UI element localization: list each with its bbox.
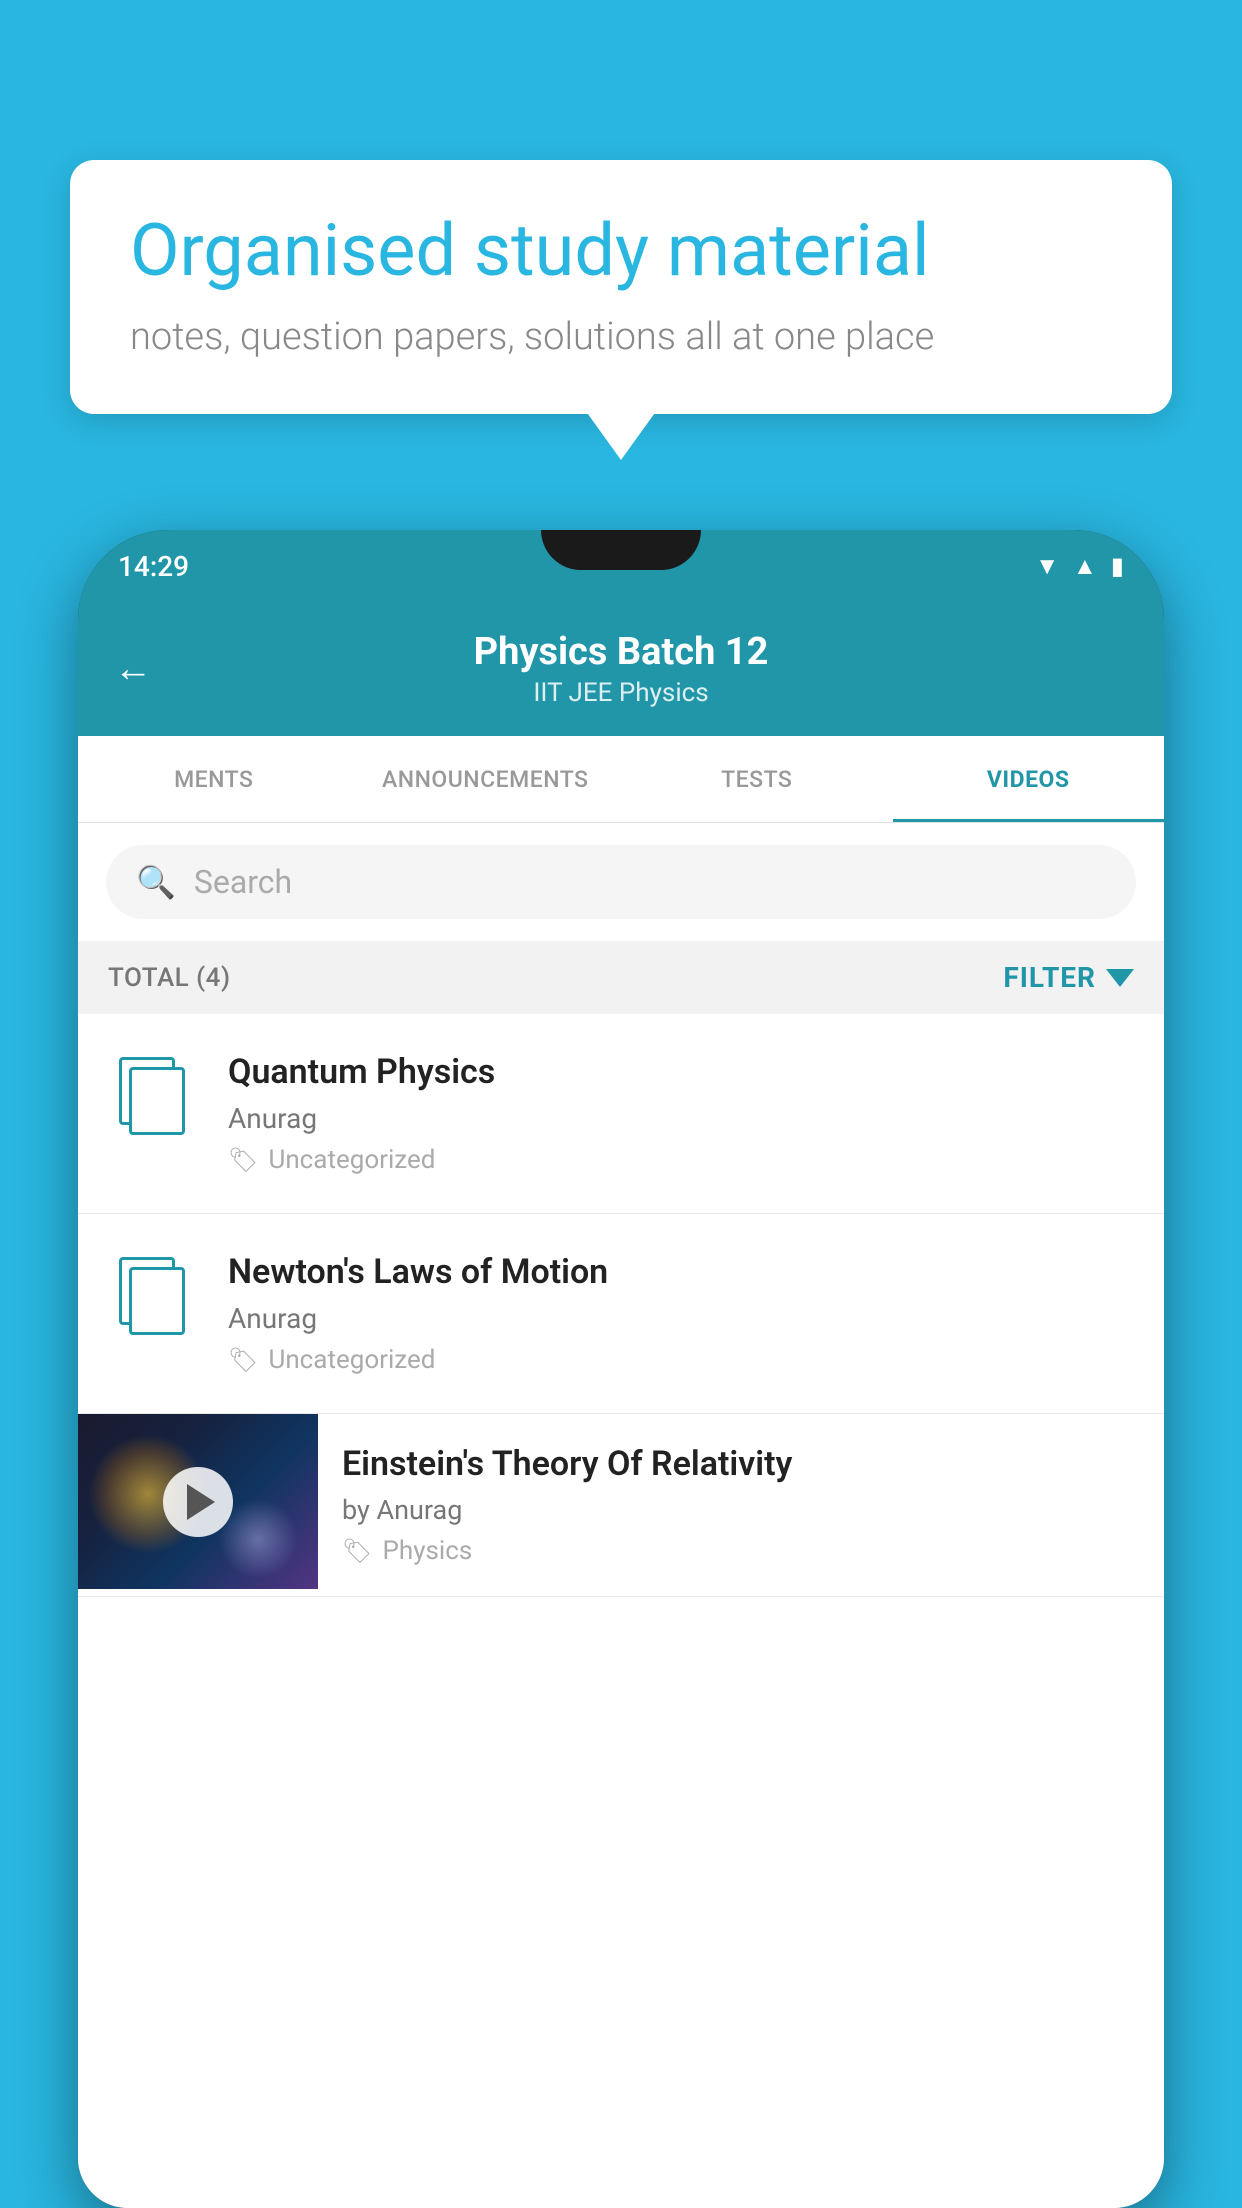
list-item[interactable]: Newton's Laws of Motion Anurag 🏷 Uncateg… [78, 1214, 1164, 1414]
speech-bubble-heading: Organised study material [130, 210, 1112, 293]
phone-content: MENTS ANNOUNCEMENTS TESTS VIDEOS 🔍 Searc… [78, 736, 1164, 2208]
filter-button[interactable]: FILTER [1003, 961, 1134, 994]
document-icon [119, 1057, 187, 1137]
search-container: 🔍 Search [78, 823, 1164, 941]
video-author: by Anurag [342, 1494, 1140, 1526]
tag-label: Uncategorized [268, 1145, 435, 1175]
tab-tests[interactable]: TESTS [621, 736, 893, 822]
play-button[interactable] [163, 1467, 233, 1537]
back-button[interactable]: ← [114, 647, 152, 691]
search-icon: 🔍 [136, 863, 176, 901]
tag-label: Uncategorized [268, 1345, 435, 1375]
status-bar: 14:29 ▼ ▲ ▮ [78, 530, 1164, 602]
tab-announcements[interactable]: ANNOUNCEMENTS [350, 736, 622, 822]
header-title-area: Physics Batch 12 IIT JEE Physics [176, 630, 1066, 708]
video-thumbnail [78, 1414, 318, 1589]
batch-subtitle: IIT JEE Physics [176, 678, 1066, 708]
app-header: ← Physics Batch 12 IIT JEE Physics [78, 602, 1164, 736]
total-count: TOTAL (4) [108, 963, 231, 993]
filter-label: FILTER [1003, 961, 1096, 994]
video-author: Anurag [228, 1102, 1134, 1135]
video-info: Newton's Laws of Motion Anurag 🏷 Uncateg… [228, 1252, 1134, 1375]
tag-icon: 🏷 [342, 1537, 372, 1565]
speech-bubble-card: Organised study material notes, question… [70, 160, 1172, 414]
filter-bar: TOTAL (4) FILTER [78, 941, 1164, 1014]
battery-icon: ▮ [1111, 552, 1124, 580]
document-icon [119, 1257, 187, 1337]
video-author: Anurag [228, 1302, 1134, 1335]
play-icon [187, 1484, 215, 1520]
video-tag: 🏷 Uncategorized [228, 1345, 1134, 1375]
speech-bubble-subtext: notes, question papers, solutions all at… [130, 315, 1112, 359]
search-box[interactable]: 🔍 Search [106, 845, 1136, 919]
video-title: Quantum Physics [228, 1052, 1134, 1092]
tab-videos[interactable]: VIDEOS [893, 736, 1165, 822]
funnel-icon [1106, 969, 1134, 987]
tag-icon: 🏷 [228, 1146, 258, 1174]
phone-frame: 14:29 ▼ ▲ ▮ ← Physics Batch 12 IIT JEE P… [78, 530, 1164, 2208]
list-item[interactable]: Quantum Physics Anurag 🏷 Uncategorized [78, 1014, 1164, 1214]
search-input[interactable]: Search [194, 863, 292, 901]
tag-label: Physics [382, 1536, 472, 1566]
video-tag: 🏷 Uncategorized [228, 1145, 1134, 1175]
status-time: 14:29 [118, 550, 189, 583]
doc-icon-wrap [108, 1052, 198, 1142]
tabs-bar: MENTS ANNOUNCEMENTS TESTS VIDEOS [78, 736, 1164, 823]
doc-icon-wrap [108, 1252, 198, 1342]
video-title: Einstein's Theory Of Relativity [342, 1444, 1140, 1484]
status-icons: ▼ ▲ ▮ [1035, 552, 1124, 581]
wifi-icon: ▼ [1035, 552, 1059, 581]
video-title: Newton's Laws of Motion [228, 1252, 1134, 1292]
batch-title: Physics Batch 12 [176, 630, 1066, 674]
video-list: Quantum Physics Anurag 🏷 Uncategorized [78, 1014, 1164, 2208]
tag-icon: 🏷 [228, 1346, 258, 1374]
video-info: Quantum Physics Anurag 🏷 Uncategorized [228, 1052, 1134, 1175]
video-tag: 🏷 Physics [342, 1536, 1140, 1566]
video-info: Einstein's Theory Of Relativity by Anura… [318, 1414, 1164, 1596]
tab-ments[interactable]: MENTS [78, 736, 350, 822]
list-item[interactable]: Einstein's Theory Of Relativity by Anura… [78, 1414, 1164, 1597]
signal-icon: ▲ [1073, 552, 1097, 581]
